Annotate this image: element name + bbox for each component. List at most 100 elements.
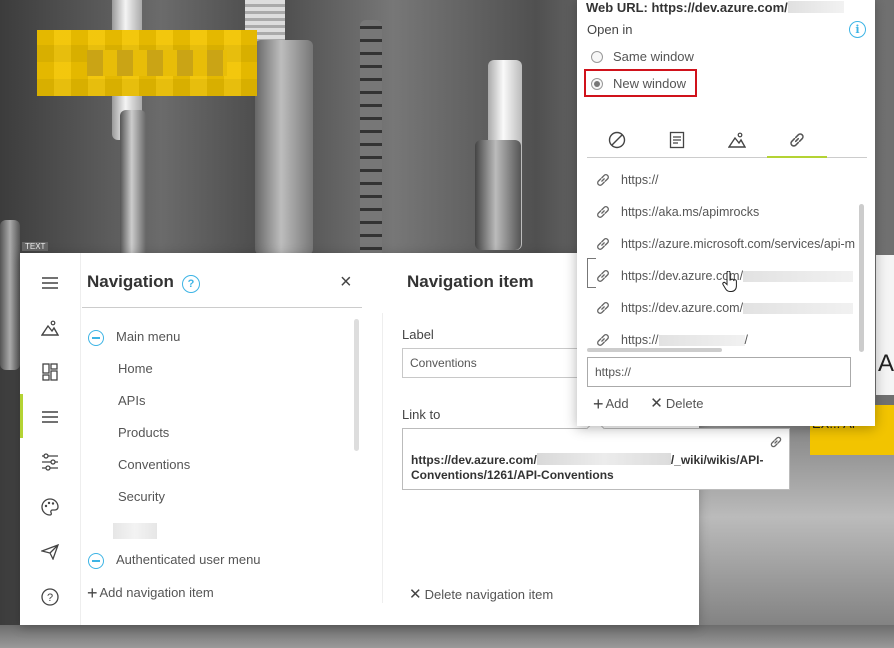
url-list-item[interactable]: https:// / [595,330,748,350]
tree-item-conventions[interactable]: Conventions [118,457,190,472]
link-icon [597,270,609,282]
link-icon [597,302,609,314]
url-input[interactable] [587,357,851,387]
url-list-item[interactable]: https:// [595,170,659,190]
radio-button[interactable] [591,50,603,63]
sign-text: A [878,350,894,377]
annotation-highlight [584,69,697,97]
add-url-button[interactable]: + Add [593,394,629,414]
strut-channel [360,20,382,260]
web-url-text: Web URL: https://dev.azure.com/ [586,0,788,15]
link-icon [597,174,609,186]
delete-url-label: Delete [665,396,704,411]
hand-cursor-icon [722,271,737,292]
link-icon [790,133,804,147]
info-icon[interactable]: i [849,21,866,38]
tree-scrollbar[interactable] [354,319,359,451]
url-text: https://aka.ms/apimrocks [621,205,760,219]
collapse-icon[interactable] [88,330,104,346]
label-input[interactable] [402,348,599,378]
add-url-label: Add [605,396,629,411]
web-url-heading: Web URL: https://dev.azure.com/ [586,0,844,15]
document-icon [669,131,685,149]
url-list-item[interactable]: https://aka.ms/apimrocks [595,202,759,222]
url-text: https://azure.microsoft.com/services/api… [621,237,856,251]
redacted-item [113,523,157,539]
send-icon[interactable] [34,536,66,568]
redacted-text [536,453,671,465]
navigation-title: Navigation [87,272,174,291]
add-navigation-item-button[interactable]: + Add navigation item [87,583,214,603]
collapse-icon[interactable] [88,553,104,569]
popup-actions: + Add ✕ Delete [593,394,721,414]
plus-icon: + [593,394,604,414]
list-scrollbar-vertical[interactable] [859,204,864,352]
delete-navigation-item-button[interactable]: ✕ Delete navigation item [409,585,553,603]
add-navigation-item-label: Add navigation item [99,585,214,600]
link-to-field[interactable]: https://dev.azure.com//_wiki/wikis/API-C… [402,419,790,490]
list-scrollbar-horizontal[interactable] [587,348,722,352]
delete-navigation-item-label: Delete navigation item [424,587,554,602]
palette-icon[interactable] [34,491,66,523]
link-icon [597,238,609,250]
navigation-menu-icon[interactable] [34,401,66,433]
navigation-section: Navigation ? × Main menu Home APIs Produ… [80,253,382,625]
settings-sliders-icon[interactable] [34,446,66,478]
close-icon: ✕ [409,586,422,603]
hyperlink-popup: Web URL: https://dev.azure.com/ Open in … [577,0,875,426]
radio-label-same-window: Same window [613,49,694,64]
link-icon [597,206,609,218]
link-type-tabs [587,124,867,158]
tree-item-products[interactable]: Products [118,425,169,440]
hamburger-menu-icon[interactable] [34,267,66,299]
url-text: https://dev.azure.com/ [621,301,744,315]
link-to-prefix: https://dev.azure.com/ [411,453,537,467]
tab-media[interactable] [707,124,767,156]
link-icon[interactable] [769,435,783,454]
label-field-label: Label [402,327,434,342]
help-icon[interactable]: ? [34,581,66,613]
delete-url-button[interactable]: ✕ Delete [650,395,704,412]
tree-item-security[interactable]: Security [118,489,165,504]
radio-same-window[interactable]: Same window [591,49,694,64]
redacted-text [743,270,854,282]
redacted-text [743,302,854,314]
text-widget-tag: TEXT [22,242,49,251]
tree-item-home[interactable]: Home [118,361,153,376]
url-text: https:// [621,333,659,347]
url-list: https:// https://aka.ms/apimrocks https:… [577,162,867,352]
help-icon[interactable]: ? [182,275,200,293]
navigation-item-title: Navigation item [407,272,534,291]
tree-item-apis[interactable]: APIs [118,393,145,408]
image-icon[interactable] [34,312,66,344]
pipe-fitting [120,110,146,260]
tab-none[interactable] [587,124,647,156]
open-in-label: Open in [587,22,633,37]
redacted-text [658,334,745,346]
focus-marker [587,258,596,288]
widgets-icon[interactable] [34,356,66,388]
close-icon[interactable]: × [340,271,352,294]
url-list-item[interactable]: https://azure.microsoft.com/services/api… [595,234,855,254]
redacted-text [787,1,844,13]
image-icon [728,132,746,148]
divider [82,307,362,308]
url-text-suffix: / [744,333,749,347]
blurred-logo [37,30,257,96]
url-text: https:// [621,173,659,187]
tree-item-main-menu[interactable]: Main menu [116,329,180,344]
metal-rail [0,625,894,648]
plus-icon: + [87,583,98,603]
pipe [255,40,313,255]
url-list-item[interactable]: https://dev.azure.com/ [595,298,854,318]
tab-page[interactable] [647,124,707,156]
link-to-value: https://dev.azure.com//_wiki/wikis/API-C… [411,453,783,483]
active-indicator [20,394,23,438]
link-to-label: Link to [402,407,441,422]
close-icon: ✕ [650,395,663,412]
tree-item-authenticated-menu[interactable]: Authenticated user menu [116,552,261,564]
tab-url[interactable] [767,124,827,158]
none-icon [608,131,626,149]
pipe [0,220,20,370]
svg-text:?: ? [47,592,53,604]
